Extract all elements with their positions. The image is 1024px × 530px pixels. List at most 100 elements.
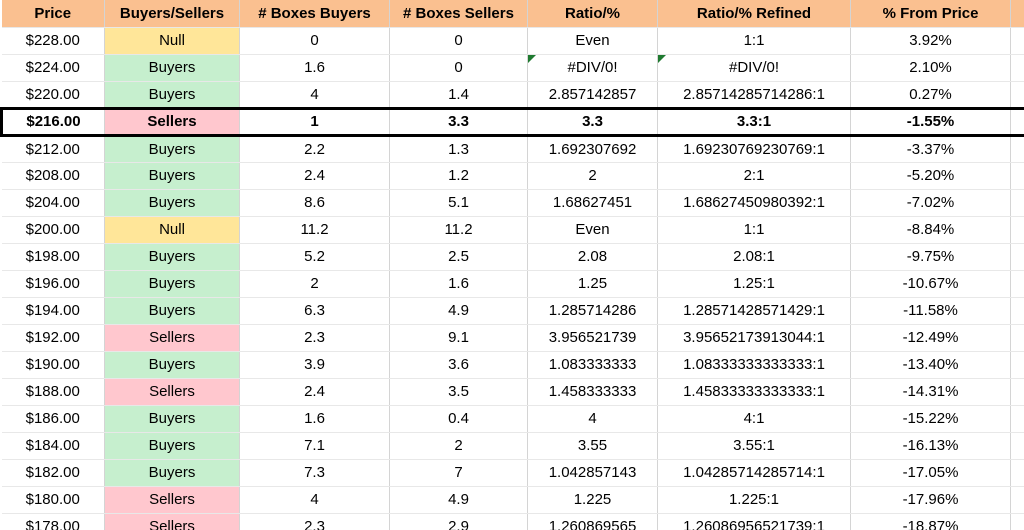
cell-overflow-edge[interactable]: [1010, 54, 1024, 82]
cell-price[interactable]: $180.00: [1, 486, 105, 514]
cell-buyers-sellers[interactable]: Buyers: [104, 459, 240, 487]
cell-ratio-refined[interactable]: 3.95652173913044:1: [657, 324, 851, 352]
cell-buyers-sellers[interactable]: Sellers: [104, 513, 240, 530]
cell-boxes-buyers[interactable]: 7.1: [239, 432, 390, 460]
column-header-buyers-sellers[interactable]: Buyers/Sellers: [104, 0, 240, 28]
cell-ratio-refined[interactable]: #DIV/0!: [657, 54, 851, 82]
cell-ratio-refined[interactable]: 1.225:1: [657, 486, 851, 514]
cell-overflow-edge[interactable]: [1010, 513, 1024, 530]
cell-boxes-sellers[interactable]: 3.3: [389, 106, 528, 137]
cell-overflow-edge[interactable]: [1010, 81, 1024, 109]
cell-price[interactable]: $228.00: [1, 27, 105, 55]
cell-pct-from-price[interactable]: 3.92%: [850, 27, 1011, 55]
table-row[interactable]: $184.00 Buyers 7.1 2 3.55 3.55:1 -16.13%: [1, 432, 1024, 460]
cell-overflow-edge[interactable]: [1010, 135, 1024, 163]
cell-ratio-refined[interactable]: 3.55:1: [657, 432, 851, 460]
cell-price[interactable]: $200.00: [1, 216, 105, 244]
cell-ratio[interactable]: 2.857142857: [527, 81, 658, 109]
table-row[interactable]: $196.00 Buyers 2 1.6 1.25 1.25:1 -10.67%: [1, 270, 1024, 298]
cell-pct-from-price[interactable]: -1.55%: [850, 106, 1011, 137]
cell-ratio[interactable]: 1.692307692: [527, 135, 658, 163]
table-row[interactable]: $194.00 Buyers 6.3 4.9 1.285714286 1.28571428…: [1, 297, 1024, 325]
cell-ratio-refined[interactable]: 1.26086956521739:1: [657, 513, 851, 530]
table-row[interactable]: $208.00 Buyers 2.4 1.2 2 2:1 -5.20%: [1, 162, 1024, 190]
cell-ratio-refined[interactable]: 3.3:1: [657, 106, 851, 137]
spreadsheet-grid[interactable]: Price Buyers/Sellers # Boxes Buyers # Bo…: [0, 0, 1024, 530]
cell-buyers-sellers[interactable]: Buyers: [104, 81, 240, 109]
column-header-ratio[interactable]: Ratio/%: [527, 0, 658, 28]
cell-boxes-buyers[interactable]: 2: [239, 270, 390, 298]
cell-price[interactable]: $224.00: [1, 54, 105, 82]
cell-ratio[interactable]: Even: [527, 27, 658, 55]
cell-buyers-sellers[interactable]: Buyers: [104, 270, 240, 298]
cell-ratio[interactable]: 1.68627451: [527, 189, 658, 217]
cell-boxes-buyers[interactable]: 0: [239, 27, 390, 55]
cell-overflow-edge[interactable]: [1010, 27, 1024, 55]
cell-pct-from-price[interactable]: -16.13%: [850, 432, 1011, 460]
column-header-boxes-buyers[interactable]: # Boxes Buyers: [239, 0, 390, 28]
cell-pct-from-price[interactable]: -9.75%: [850, 243, 1011, 271]
cell-ratio[interactable]: 1.042857143: [527, 459, 658, 487]
cell-ratio[interactable]: #DIV/0!: [527, 54, 658, 82]
cell-buyers-sellers[interactable]: Buyers: [104, 432, 240, 460]
table-row[interactable]: $198.00 Buyers 5.2 2.5 2.08 2.08:1 -9.75%: [1, 243, 1024, 271]
cell-boxes-sellers[interactable]: 4.9: [389, 486, 528, 514]
cell-ratio[interactable]: 1.225: [527, 486, 658, 514]
cell-boxes-buyers[interactable]: 2.4: [239, 378, 390, 406]
cell-pct-from-price[interactable]: 0.27%: [850, 81, 1011, 109]
cell-boxes-sellers[interactable]: 4.9: [389, 297, 528, 325]
cell-buyers-sellers[interactable]: Sellers: [104, 486, 240, 514]
cell-ratio[interactable]: 1.260869565: [527, 513, 658, 530]
cell-price[interactable]: $190.00: [1, 351, 105, 379]
cell-pct-from-price[interactable]: -11.58%: [850, 297, 1011, 325]
cell-overflow-edge[interactable]: [1010, 432, 1024, 460]
cell-price[interactable]: $204.00: [1, 189, 105, 217]
cell-overflow-edge[interactable]: [1010, 106, 1024, 137]
table-row[interactable]: $224.00 Buyers 1.6 0 #DIV/0! #DIV/0! 2.10%: [1, 54, 1024, 82]
cell-boxes-buyers[interactable]: 5.2: [239, 243, 390, 271]
cell-boxes-buyers[interactable]: 3.9: [239, 351, 390, 379]
cell-overflow-edge[interactable]: [1010, 270, 1024, 298]
cell-boxes-sellers[interactable]: 7: [389, 459, 528, 487]
cell-buyers-sellers[interactable]: Buyers: [104, 135, 240, 163]
cell-boxes-sellers[interactable]: 0.4: [389, 405, 528, 433]
cell-pct-from-price[interactable]: -5.20%: [850, 162, 1011, 190]
cell-boxes-sellers[interactable]: 0: [389, 54, 528, 82]
cell-pct-from-price[interactable]: -15.22%: [850, 405, 1011, 433]
cell-ratio[interactable]: 1.285714286: [527, 297, 658, 325]
cell-pct-from-price[interactable]: -12.49%: [850, 324, 1011, 352]
cell-boxes-sellers[interactable]: 1.6: [389, 270, 528, 298]
column-header-ratio-refined[interactable]: Ratio/% Refined: [657, 0, 851, 28]
cell-ratio[interactable]: 1.458333333: [527, 378, 658, 406]
cell-pct-from-price[interactable]: -13.40%: [850, 351, 1011, 379]
cell-ratio[interactable]: Even: [527, 216, 658, 244]
column-header-pct-from-price[interactable]: % From Price: [850, 0, 1011, 28]
cell-boxes-sellers[interactable]: 2.5: [389, 243, 528, 271]
cell-ratio-refined[interactable]: 4:1: [657, 405, 851, 433]
cell-price[interactable]: $212.00: [1, 135, 105, 163]
cell-ratio[interactable]: 3.55: [527, 432, 658, 460]
table-row[interactable]: $220.00 Buyers 4 1.4 2.857142857 2.8571428571…: [1, 81, 1024, 109]
column-header-price[interactable]: Price: [1, 0, 105, 28]
cell-boxes-buyers[interactable]: 2.2: [239, 135, 390, 163]
table-row[interactable]: $180.00 Sellers 4 4.9 1.225 1.225:1 -17.96%: [1, 486, 1024, 514]
cell-price[interactable]: $216.00: [0, 106, 105, 137]
cell-overflow-edge[interactable]: [1010, 216, 1024, 244]
cell-price[interactable]: $208.00: [1, 162, 105, 190]
cell-boxes-sellers[interactable]: 1.2: [389, 162, 528, 190]
cell-overflow-edge[interactable]: [1010, 486, 1024, 514]
cell-overflow-edge[interactable]: [1010, 324, 1024, 352]
cell-pct-from-price[interactable]: -18.87%: [850, 513, 1011, 530]
cell-boxes-sellers[interactable]: 9.1: [389, 324, 528, 352]
cell-boxes-buyers[interactable]: 8.6: [239, 189, 390, 217]
cell-buyers-sellers[interactable]: Sellers: [104, 378, 240, 406]
cell-ratio-refined[interactable]: 2.85714285714286:1: [657, 81, 851, 109]
cell-buyers-sellers[interactable]: Null: [104, 27, 240, 55]
table-row[interactable]: $190.00 Buyers 3.9 3.6 1.083333333 1.08333333…: [1, 351, 1024, 379]
table-row[interactable]: $200.00 Null 11.2 11.2 Even 1:1 -8.84%: [1, 216, 1024, 244]
table-row[interactable]: $228.00 Null 0 0 Even 1:1 3.92%: [1, 27, 1024, 55]
cell-boxes-buyers[interactable]: 4: [239, 81, 390, 109]
cell-boxes-buyers[interactable]: 1.6: [239, 405, 390, 433]
cell-ratio-refined[interactable]: 1:1: [657, 27, 851, 55]
cell-overflow-edge[interactable]: [1010, 243, 1024, 271]
